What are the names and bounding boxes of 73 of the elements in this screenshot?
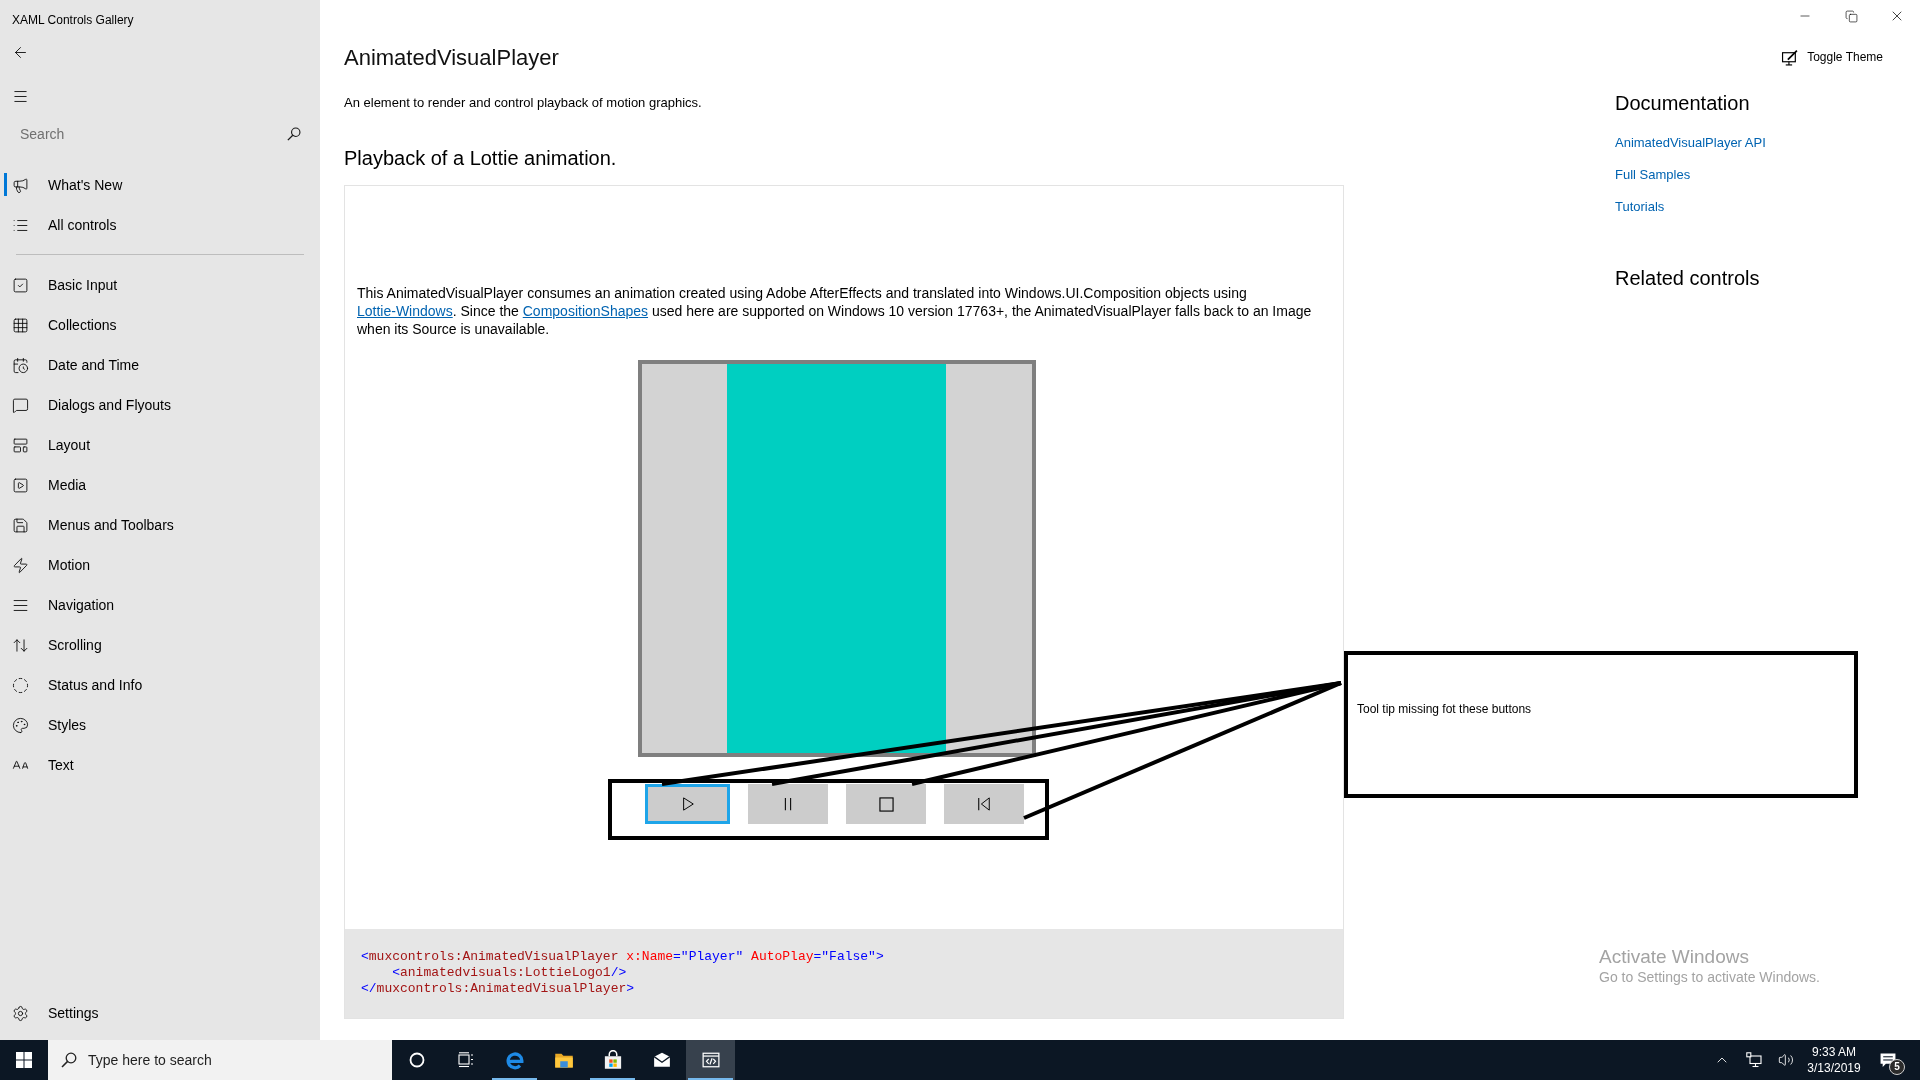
app-title: XAML Controls Gallery <box>12 12 134 28</box>
nav-item[interactable]: All controls <box>0 205 320 245</box>
ring-icon <box>408 1052 425 1068</box>
notification-button[interactable]: 5 <box>1866 1040 1910 1080</box>
inline-link[interactable]: CompositionShapes <box>522 303 649 319</box>
stop-button[interactable] <box>846 784 926 824</box>
nav-item[interactable]: Collections <box>0 305 320 345</box>
nav-item[interactable]: Settings <box>0 993 320 1033</box>
running-indicator <box>688 1078 733 1080</box>
megaphone-icon <box>12 176 29 194</box>
inline-link[interactable]: Lottie-Windows <box>357 303 453 319</box>
toggle-theme-button[interactable]: Toggle Theme <box>1781 45 1883 69</box>
section-heading: Documentation <box>1615 91 1750 116</box>
code-line: <muxcontrols:AnimatedVisualPlayer x:Name="Player" AutoPlay="False"> <box>361 949 884 965</box>
documentation-link[interactable]: Tutorials <box>1615 198 1665 216</box>
taskbar-button[interactable] <box>686 1040 735 1080</box>
page-title: AnimatedVisualPlayer <box>344 44 559 72</box>
clock-button[interactable]: 9:33 AM 3/13/2019 <box>1802 1040 1866 1080</box>
nav-item[interactable]: What's New <box>0 165 320 205</box>
skip-back-icon <box>977 797 991 811</box>
taskbar-search-field[interactable]: Type here to search <box>48 1040 392 1080</box>
stop-icon <box>878 796 894 812</box>
envelope-icon <box>652 1051 671 1069</box>
nav-item[interactable]: Date and Time <box>0 345 320 385</box>
play-square-icon <box>12 476 29 494</box>
network-icon <box>1746 1052 1762 1068</box>
nav-item[interactable]: Navigation <box>0 585 320 625</box>
notification-count: 5 <box>1889 1059 1905 1075</box>
windows-logo-icon <box>16 1052 32 1068</box>
activation-title: Activate Windows <box>1599 946 1749 968</box>
page-description: An element to render and control playback of motion graphics. <box>344 94 702 112</box>
code-window-icon <box>701 1051 720 1069</box>
nav-item[interactable]: Layout <box>0 425 320 465</box>
grid-icon <box>12 316 29 334</box>
nav-item[interactable]: Styles <box>0 705 320 745</box>
nav-item[interactable]: Motion <box>0 545 320 585</box>
running-indicator <box>492 1078 537 1080</box>
lightning-icon <box>12 556 29 574</box>
play-icon <box>680 797 695 811</box>
palette-icon <box>12 716 29 734</box>
browser-logo-icon <box>504 1050 525 1070</box>
search-icon <box>287 127 301 141</box>
settings-icon <box>12 1004 29 1022</box>
monitor-brush-icon <box>1781 48 1800 66</box>
running-indicator <box>590 1078 635 1080</box>
nav-item[interactable]: Menus and Toolbars <box>0 505 320 545</box>
documentation-link[interactable]: Full Samples <box>1615 166 1691 184</box>
search-icon <box>61 1052 77 1068</box>
task-view-icon <box>457 1052 474 1068</box>
code-line: </muxcontrols:AnimatedVisualPlayer> <box>361 981 635 997</box>
nav-item[interactable]: Text <box>0 745 320 785</box>
speech-bubble-icon <box>12 396 29 414</box>
section-heading: Related controls <box>1615 266 1760 291</box>
speaker-icon <box>1778 1052 1794 1068</box>
checkbox-icon <box>12 276 29 294</box>
annotation-text: Tool tip missing fot these buttons <box>1357 702 1532 716</box>
up-down-arrows-icon <box>12 636 29 654</box>
nav-item[interactable]: Basic Input <box>0 265 320 305</box>
documentation-link[interactable]: AnimatedVisualPlayer API <box>1615 134 1766 152</box>
activation-subtitle: Go to Settings to activate Windows. <box>1599 968 1820 986</box>
nav-item[interactable]: Media <box>0 465 320 505</box>
code-line: <animatedvisuals:LottieLogo1/> <box>392 965 627 981</box>
layout-icon <box>12 436 29 454</box>
shopping-bag-icon <box>602 1050 623 1070</box>
dotted-circle-icon <box>12 676 29 694</box>
nav-item[interactable]: Dialogs and Flyouts <box>0 385 320 425</box>
nav-item[interactable]: Status and Info <box>0 665 320 705</box>
section-heading: Playback of a Lottie animation. <box>344 146 617 171</box>
nav-item[interactable]: Scrolling <box>0 625 320 665</box>
calendar-clock-icon <box>12 356 29 374</box>
search-field[interactable]: Search <box>12 117 280 151</box>
restore-icon <box>1844 9 1858 23</box>
example-description: This AnimatedVisualPlayer consumes an animation created using Adobe AfterEffects and translated into Windows.UI.Composition objects using Lottie-Windows. Since the CompositionShapes used here are supported on Windows 10 version 17763+, the AnimatedVisualPlayer falls back to an Image when its Source is unavailable. <box>356 284 1313 339</box>
